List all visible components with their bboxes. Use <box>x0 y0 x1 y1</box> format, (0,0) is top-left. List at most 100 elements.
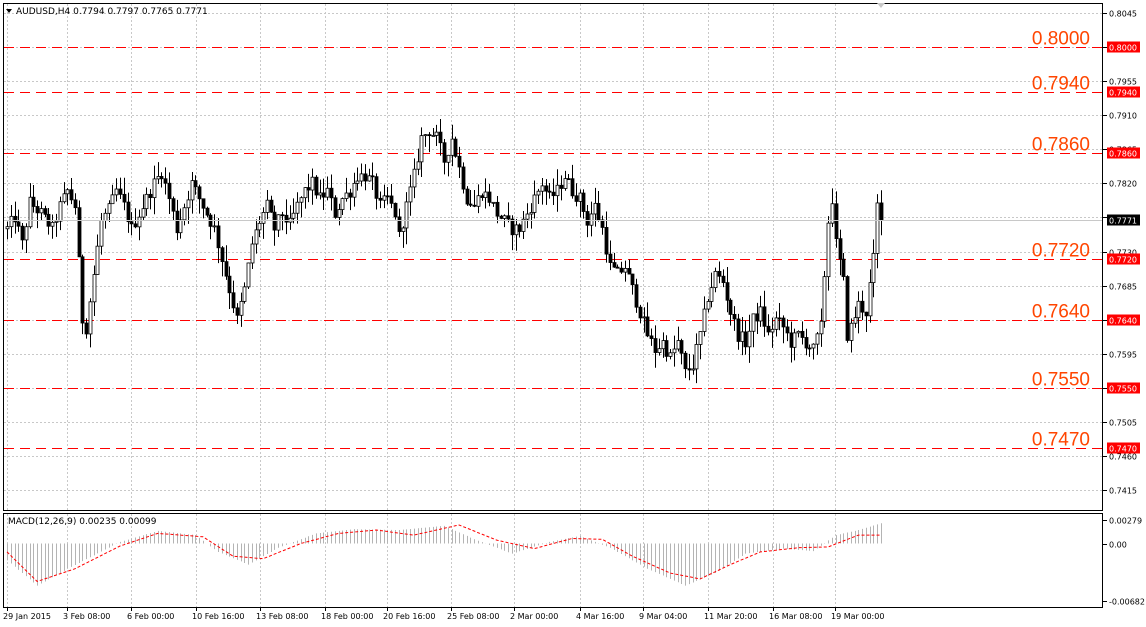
candle-body <box>95 245 100 275</box>
candle-body <box>762 306 767 327</box>
candle-body <box>589 213 594 226</box>
candle-body <box>378 197 383 201</box>
candle-body <box>13 215 18 223</box>
candle-body <box>811 343 816 349</box>
candle-body <box>476 195 481 207</box>
y-tick-label: 0.7820 <box>1109 180 1137 189</box>
candle-body <box>596 202 601 221</box>
candle-body <box>525 213 530 220</box>
candle-body <box>619 267 624 273</box>
x-tick-label: 16 Mar 08:00 <box>769 612 822 621</box>
candle-body <box>133 223 138 228</box>
candle-body <box>653 338 658 353</box>
candle-body <box>465 188 470 205</box>
x-tick-label: 11 Mar 20:00 <box>704 612 757 621</box>
level-label: 0.7640 <box>1032 302 1090 323</box>
candle-body <box>186 199 191 209</box>
candle-body <box>777 317 782 320</box>
chart-canvas[interactable]: 0.80450.80000.79550.79100.78650.78200.77… <box>0 0 1146 623</box>
candle-body <box>178 219 183 234</box>
candle-body <box>295 201 300 214</box>
candle-body <box>352 182 357 198</box>
candle-body <box>280 214 285 217</box>
candle-body <box>536 190 541 196</box>
candle-body <box>679 340 684 354</box>
candle-body <box>303 187 308 199</box>
candle-body <box>374 176 379 199</box>
candle-body <box>129 221 134 225</box>
candle-body <box>257 222 262 231</box>
candle-body <box>499 215 504 219</box>
y-tick-label: 0.7685 <box>1109 283 1137 292</box>
candle-body <box>212 225 217 228</box>
candle-body <box>401 227 406 232</box>
candle-body <box>148 193 153 199</box>
candle-body <box>800 330 805 338</box>
y-tick-label: 0.7505 <box>1109 419 1137 428</box>
x-tick-label: 25 Feb 08:00 <box>447 612 499 621</box>
candle-body <box>819 320 824 335</box>
candle-body <box>502 215 507 219</box>
candle-body <box>299 197 304 203</box>
candle-body <box>329 187 334 199</box>
candle-body <box>205 207 210 216</box>
level-price-tag-text: 0.8000 <box>1109 44 1137 53</box>
candle-body <box>743 331 748 348</box>
candle-body <box>382 195 387 201</box>
macd-y-tick-label: -0.00682 <box>1109 598 1145 607</box>
candle-body <box>141 208 146 218</box>
macd-y-tick-label: 0.00 <box>1109 541 1127 550</box>
candle-body <box>291 212 296 219</box>
x-tick-label: 9 Mar 04:00 <box>639 612 687 621</box>
candle-body <box>318 192 323 196</box>
level-label: 0.7860 <box>1032 135 1090 156</box>
level-label: 0.7720 <box>1032 241 1090 262</box>
level-price-tag-text: 0.7640 <box>1109 317 1137 326</box>
candle-body <box>193 180 198 188</box>
candle-body <box>434 131 439 136</box>
candle-body <box>770 328 775 333</box>
chart-window[interactable]: 0.80450.80000.79550.79100.78650.78200.77… <box>0 0 1146 623</box>
candle-body <box>487 191 492 203</box>
candle-body <box>453 138 458 157</box>
level-label: 0.7550 <box>1032 370 1090 391</box>
candle-body <box>544 185 549 192</box>
x-tick-label: 13 Feb 08:00 <box>256 612 308 621</box>
candle-body <box>864 311 869 317</box>
candle-body <box>107 203 112 214</box>
candle-body <box>442 142 447 163</box>
candle-body <box>747 330 752 348</box>
candle-body <box>182 207 187 221</box>
level-label: 0.7470 <box>1032 430 1090 451</box>
candle-body <box>845 276 850 341</box>
candle-body <box>483 191 488 198</box>
candle-body <box>868 282 873 317</box>
x-tick-label: 2 Mar 00:00 <box>510 612 558 621</box>
candle-body <box>239 301 244 316</box>
x-tick-label: 18 Feb 00:00 <box>321 612 373 621</box>
x-tick-label: 3 Feb 08:00 <box>63 612 110 621</box>
candle-body <box>224 261 229 277</box>
candle-body <box>702 308 707 332</box>
candle-body <box>159 176 164 180</box>
candle-body <box>574 195 579 202</box>
candle-body <box>431 135 436 137</box>
candle-body <box>348 192 353 198</box>
candle-body <box>593 202 598 215</box>
candle-body <box>69 189 74 201</box>
candle-body <box>73 199 78 209</box>
y-tick-label: 0.7595 <box>1109 351 1137 360</box>
candle-body <box>649 335 654 339</box>
x-tick-label: 19 Mar 00:00 <box>831 612 884 621</box>
candle-body <box>92 274 97 303</box>
candle-body <box>740 331 745 342</box>
candle-body <box>491 201 496 204</box>
candle-body <box>246 262 251 288</box>
candle-body <box>623 268 628 273</box>
current-price-tag-text: 0.7771 <box>1109 217 1137 226</box>
candle-body <box>35 206 40 214</box>
candle-body <box>450 138 455 156</box>
candle-body <box>638 306 643 319</box>
candle-body <box>250 243 255 264</box>
candle-body <box>612 262 617 268</box>
